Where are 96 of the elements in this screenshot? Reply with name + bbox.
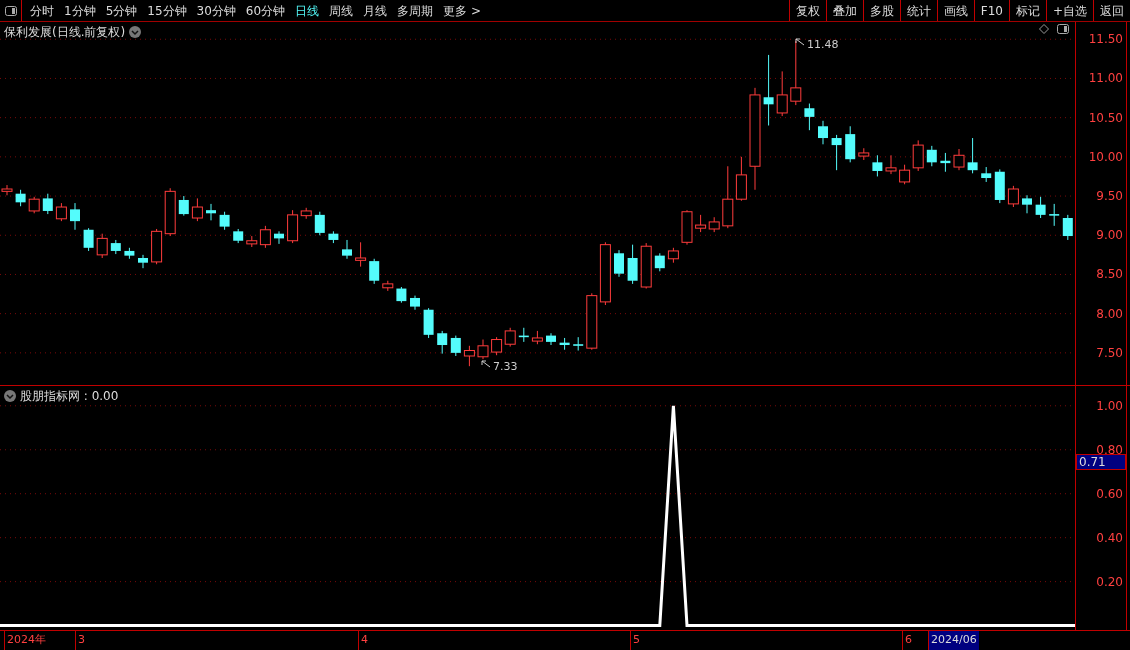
toolbar-button[interactable]: 标记 [1008, 0, 1046, 21]
candlestick [763, 54, 774, 126]
candlestick [314, 211, 325, 236]
candlestick [178, 195, 189, 217]
period-tab[interactable]: 月线 [359, 1, 392, 20]
candlestick [70, 202, 80, 231]
candlestick [1022, 194, 1032, 214]
candlestick [369, 258, 380, 285]
arrow-icon [795, 38, 805, 46]
panel-toggle-icon[interactable] [1057, 24, 1069, 34]
candlestick [926, 145, 937, 167]
date-label: 5 [630, 631, 642, 650]
candlestick [491, 336, 503, 356]
toolbar-button[interactable]: 复权 [788, 0, 826, 21]
candlestick [83, 227, 94, 252]
candlestick [546, 332, 556, 346]
axis-label: 10.50 [1088, 110, 1123, 125]
candlestick [206, 203, 216, 221]
candlestick [1007, 185, 1019, 208]
period-tab[interactable]: 60分钟 [241, 1, 290, 20]
candlestick [1049, 203, 1060, 227]
arrow-icon [481, 360, 491, 368]
axis-label: 0.40 [1096, 530, 1123, 545]
period-tab[interactable]: 1分钟 [60, 1, 100, 20]
panel-toggle-icon[interactable] [4, 5, 17, 16]
axis-label: 10.00 [1088, 149, 1123, 164]
candlestick [654, 252, 665, 272]
dropdown-icon[interactable] [4, 390, 16, 402]
candlestick [1035, 196, 1046, 219]
candlestick [614, 249, 624, 278]
candlestick [872, 154, 883, 177]
date-label: 2024年 [4, 631, 48, 650]
candlestick [463, 345, 475, 367]
period-tab[interactable]: 30分钟 [192, 1, 240, 20]
cursor-date-label: 2024/06 [928, 631, 979, 650]
candlestick [1062, 214, 1073, 241]
indicator-legend: 股朋指标网 : 0.00 [20, 387, 119, 405]
period-tab[interactable]: 5分钟 [101, 1, 142, 20]
candlestick [342, 239, 352, 260]
toolbar-button[interactable]: 返回 [1093, 0, 1130, 21]
axis-label: 9.00 [1096, 228, 1123, 243]
axis-label: 0.20 [1096, 574, 1123, 589]
period-tab[interactable]: 多周期 [393, 1, 438, 20]
date-label: 4 [358, 631, 370, 650]
candlestick [219, 211, 230, 231]
candlestick [355, 241, 367, 268]
axis-label: 0.60 [1096, 486, 1123, 501]
candlestick [55, 202, 67, 222]
candlestick [831, 134, 842, 171]
candlestick [899, 164, 911, 185]
candlestick [138, 254, 148, 269]
candlestick [450, 335, 461, 357]
candlestick [818, 120, 828, 145]
toolbar-button[interactable]: +自选 [1045, 0, 1093, 21]
candlestick [437, 330, 448, 355]
toolbar-button[interactable]: 多股 [862, 0, 900, 21]
diamond-icon[interactable] [1039, 24, 1049, 34]
axis-label: 11.00 [1088, 71, 1123, 86]
candlestick [477, 339, 489, 360]
candlestick [885, 154, 897, 175]
candlestick [953, 148, 965, 171]
candlestick [912, 139, 924, 172]
period-tab[interactable]: 周线 [325, 1, 358, 20]
candlestick [967, 137, 978, 174]
toolbar-button[interactable]: 叠加 [825, 0, 863, 21]
price-marker: 7.33 [493, 360, 518, 373]
candlestick [504, 327, 516, 348]
period-tab[interactable]: 日线 [291, 1, 324, 20]
chart-title: 保利发展(日线.前复权) [4, 24, 126, 41]
candlestick [259, 225, 271, 249]
date-label: 3 [75, 631, 87, 650]
axis-label: 8.00 [1096, 306, 1123, 321]
toolbar-button[interactable]: 统计 [899, 0, 937, 21]
axis-label: 9.50 [1096, 189, 1123, 204]
axis-label: 11.50 [1088, 32, 1123, 47]
axis-label: 7.50 [1096, 345, 1123, 360]
period-tab[interactable]: 15分钟 [143, 1, 191, 20]
period-tab[interactable]: 分时 [26, 1, 58, 20]
candlestick [790, 40, 802, 106]
candlestick [191, 197, 203, 222]
toolbar-button[interactable]: F10 [973, 0, 1009, 21]
price-marker: 11.48 [807, 38, 839, 51]
candlestick [627, 244, 638, 285]
candlestick [42, 193, 53, 215]
axis-label: 8.50 [1096, 267, 1123, 282]
dropdown-icon[interactable] [129, 26, 142, 38]
date-label: 6 [902, 631, 914, 650]
cursor-value-label: 0.71 [1076, 454, 1126, 470]
candlestick [96, 233, 108, 259]
candlestick [573, 336, 584, 351]
axis-label: 1.00 [1096, 398, 1123, 413]
period-tab[interactable]: 更多 > [439, 1, 485, 20]
toolbar-button[interactable]: 画线 [936, 0, 974, 21]
axis-label: 0.80 [1096, 442, 1123, 457]
candlestick [776, 70, 788, 117]
candlestick [804, 103, 815, 131]
